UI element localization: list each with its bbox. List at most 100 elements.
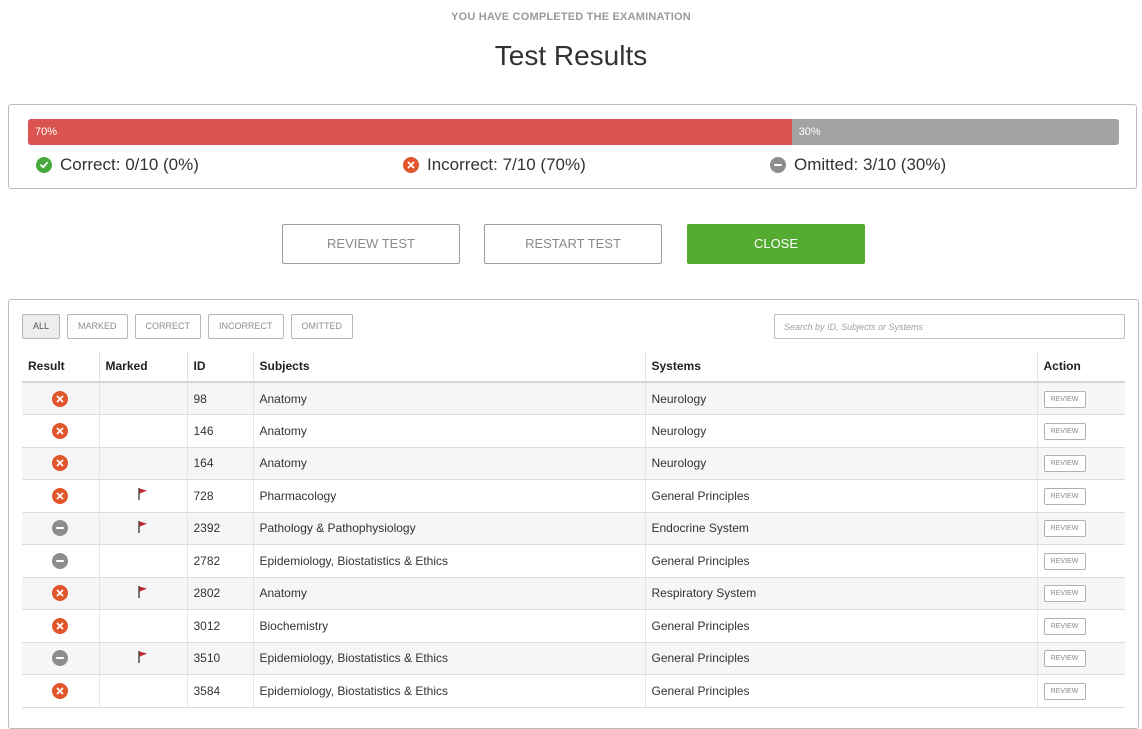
- review-question-button[interactable]: REVIEW: [1043, 487, 1086, 505]
- minus-circle-icon: [52, 520, 69, 537]
- results-table: Result Marked ID Subjects Systems Action…: [22, 351, 1125, 708]
- action-cell: REVIEW: [1037, 479, 1125, 513]
- column-header-systems[interactable]: Systems: [645, 351, 1038, 383]
- filter-bar: ALL MARKED CORRECT INCORRECT OMITTED: [22, 314, 360, 339]
- stat-incorrect-value: 7/10 (70%): [502, 155, 586, 174]
- progress-segment-omitted: 30%: [791, 119, 1119, 145]
- stat-correct-label: Correct:: [60, 155, 121, 174]
- page-title: Test Results: [494, 40, 648, 71]
- table-row[interactable]: 164 Anatomy Neurology REVIEW: [22, 447, 1125, 480]
- review-test-button[interactable]: REVIEW TEST: [282, 224, 460, 264]
- review-question-button[interactable]: REVIEW: [1043, 455, 1086, 473]
- column-header-result[interactable]: Result: [22, 351, 100, 383]
- table-row[interactable]: 3510 Epidemiology, Biostatistics & Ethics…: [22, 642, 1125, 675]
- marked-cell: [99, 544, 188, 578]
- subject-cell: Epidemiology, Biostatistics & Ethics: [253, 544, 646, 578]
- system-cell: Neurology: [645, 447, 1038, 480]
- table-row[interactable]: 728 Pharmacology General Principles REVIEW: [22, 479, 1125, 513]
- table-row[interactable]: 2782 Epidemiology, Biostatistics & Ethics…: [22, 544, 1125, 578]
- system-cell: General Principles: [645, 479, 1038, 513]
- filter-all[interactable]: ALL: [22, 314, 61, 339]
- check-circle-icon: [36, 157, 52, 173]
- review-question-button[interactable]: REVIEW: [1043, 520, 1086, 538]
- x-circle-icon: [52, 487, 69, 504]
- table-row[interactable]: 146 Anatomy Neurology REVIEW: [22, 414, 1125, 448]
- table-header-row: Result Marked ID Subjects Systems Action: [22, 351, 1125, 383]
- review-question-button[interactable]: REVIEW: [1043, 585, 1086, 603]
- table-row[interactable]: 3584 Epidemiology, Biostatistics & Ethics…: [22, 674, 1125, 708]
- marked-cell: [99, 642, 188, 675]
- marked-cell: [99, 382, 188, 415]
- subject-cell: Biochemistry: [253, 609, 646, 643]
- id-cell: 728: [187, 479, 254, 513]
- review-question-button[interactable]: REVIEW: [1043, 682, 1086, 700]
- action-cell: REVIEW: [1037, 642, 1125, 675]
- action-cell: REVIEW: [1037, 577, 1125, 610]
- restart-test-button[interactable]: RESTART TEST: [484, 224, 662, 264]
- filter-correct[interactable]: CORRECT: [134, 314, 202, 339]
- id-cell: 2392: [187, 512, 254, 545]
- result-cell: [22, 674, 100, 708]
- close-button[interactable]: CLOSE: [687, 224, 865, 264]
- action-cell: REVIEW: [1037, 447, 1125, 480]
- review-question-button[interactable]: REVIEW: [1043, 390, 1086, 408]
- system-cell: Endocrine System: [645, 512, 1038, 545]
- table-row[interactable]: 98 Anatomy Neurology REVIEW: [22, 382, 1125, 415]
- marked-cell: [99, 674, 188, 708]
- id-cell: 3012: [187, 609, 254, 643]
- marked-cell: [99, 512, 188, 545]
- table-row[interactable]: 2802 Anatomy Respiratory System REVIEW: [22, 577, 1125, 610]
- result-cell: [22, 447, 100, 480]
- subject-cell: Anatomy: [253, 382, 646, 415]
- filter-omitted[interactable]: OMITTED: [290, 314, 354, 339]
- stat-omitted-label: Omitted:: [794, 155, 859, 174]
- subject-cell: Anatomy: [253, 577, 646, 610]
- table-row[interactable]: 2392 Pathology & Pathophysiology Endocrine…: [22, 512, 1125, 545]
- review-question-button[interactable]: REVIEW: [1043, 650, 1086, 668]
- marked-cell: [99, 577, 188, 610]
- filter-incorrect[interactable]: INCORRECT: [208, 314, 284, 339]
- subject-cell: Epidemiology, Biostatistics & Ethics: [253, 642, 646, 675]
- x-circle-icon: [52, 455, 69, 472]
- result-cell: [22, 577, 100, 610]
- system-cell: Respiratory System: [645, 577, 1038, 610]
- review-question-button[interactable]: REVIEW: [1043, 617, 1086, 635]
- search-input[interactable]: [774, 314, 1125, 339]
- table-row[interactable]: 3012 Biochemistry General Principles REVIEW: [22, 609, 1125, 643]
- system-cell: General Principles: [645, 544, 1038, 578]
- result-cell: [22, 479, 100, 513]
- column-header-id[interactable]: ID: [187, 351, 254, 383]
- subject-cell: Epidemiology, Biostatistics & Ethics: [253, 674, 646, 708]
- action-cell: REVIEW: [1037, 512, 1125, 545]
- flag-icon: [137, 520, 149, 537]
- column-header-subjects[interactable]: Subjects: [253, 351, 646, 383]
- flag-icon: [137, 488, 149, 504]
- filter-marked[interactable]: MARKED: [67, 314, 128, 339]
- action-cell: REVIEW: [1037, 414, 1125, 448]
- result-cell: [22, 414, 100, 448]
- subject-cell: Anatomy: [253, 414, 646, 448]
- id-cell: 164: [187, 447, 254, 480]
- subject-cell: Pharmacology: [253, 479, 646, 513]
- progress-segment-incorrect: 70%: [28, 119, 792, 145]
- marked-cell: [99, 479, 188, 513]
- stat-incorrect-label: Incorrect:: [427, 155, 498, 174]
- system-cell: Neurology: [645, 382, 1038, 415]
- stat-correct-value: 0/10 (0%): [125, 155, 199, 174]
- minus-circle-icon: [52, 650, 69, 667]
- column-header-marked[interactable]: Marked: [99, 351, 188, 383]
- id-cell: 3584: [187, 674, 254, 708]
- results-summary: 70% 30% Correct: 0/10 (0%) Incorrect: 7/…: [8, 104, 1137, 189]
- subject-cell: Anatomy: [253, 447, 646, 480]
- x-circle-icon: [403, 157, 419, 173]
- action-cell: REVIEW: [1037, 382, 1125, 415]
- review-question-button[interactable]: REVIEW: [1043, 552, 1086, 570]
- id-cell: 2782: [187, 544, 254, 578]
- minus-circle-icon: [52, 552, 69, 569]
- stat-correct: Correct: 0/10 (0%): [36, 155, 199, 175]
- marked-cell: [99, 414, 188, 448]
- marked-cell: [99, 447, 188, 480]
- review-question-button[interactable]: REVIEW: [1043, 422, 1086, 440]
- result-cell: [22, 512, 100, 545]
- id-cell: 146: [187, 414, 254, 448]
